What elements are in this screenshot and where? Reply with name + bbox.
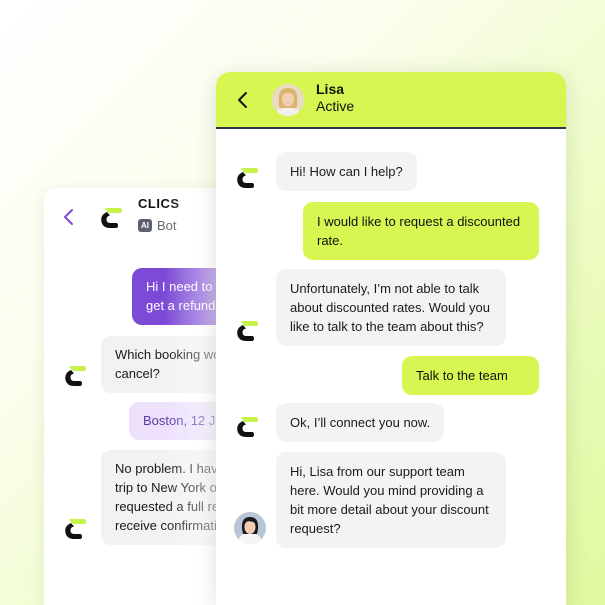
message-line: Ok, I’ll connect you now. <box>290 415 431 430</box>
bot-message: Ok, I’ll connect you now. <box>276 403 445 442</box>
message-line: I would like to request a discounted <box>317 214 521 229</box>
message-line: here. Would you mind providing a <box>290 483 484 498</box>
message-line: request? <box>290 521 341 536</box>
message-line: Hi, Lisa from our support team <box>290 464 465 479</box>
message-line: Unfortunately, I’m not able to talk <box>290 281 480 296</box>
message-line: like to talk to the team about this? <box>290 319 484 334</box>
bot-chat-window: CLICS AI Bot Hi I need to c get a refund… <box>44 188 244 605</box>
agent-name: Lisa <box>316 81 345 97</box>
message-line: bit more detail about your discount <box>290 502 489 517</box>
message-line: about discounted rates. Would you <box>290 300 490 315</box>
clics-logo-icon <box>237 168 258 188</box>
clics-logo-icon <box>101 208 122 228</box>
clics-logo-icon <box>65 366 86 386</box>
user-message: I would like to request a discounted rat… <box>303 202 539 260</box>
brand-name: CLICS <box>138 196 180 211</box>
ai-badge-icon: AI <box>138 219 152 232</box>
bot-message: Hi! How can I help? <box>276 152 417 191</box>
clics-logo-icon <box>237 417 258 437</box>
chevron-left-icon[interactable] <box>236 90 250 110</box>
bot-message: Unfortunately, I’m not able to talk abou… <box>276 269 506 346</box>
avatar <box>272 84 304 116</box>
agent-chat-window: Lisa Active Hi! How can I help? I would … <box>216 72 566 605</box>
agent-message: Hi, Lisa from our support team here. Wou… <box>276 452 506 548</box>
agent-status: Active <box>316 98 355 114</box>
support-agent-avatar <box>234 512 266 544</box>
message-line: Hi! How can I help? <box>290 164 403 179</box>
button-label: Talk to the team <box>416 368 508 383</box>
clics-logo-icon <box>237 321 258 341</box>
chevron-left-icon[interactable] <box>62 208 76 226</box>
chat-header: Lisa Active <box>216 72 566 129</box>
message-line: rate. <box>317 233 344 248</box>
talk-to-team-button[interactable]: Talk to the team <box>402 356 539 395</box>
clics-logo-icon <box>65 519 86 539</box>
bot-role-label: Bot <box>157 218 177 233</box>
